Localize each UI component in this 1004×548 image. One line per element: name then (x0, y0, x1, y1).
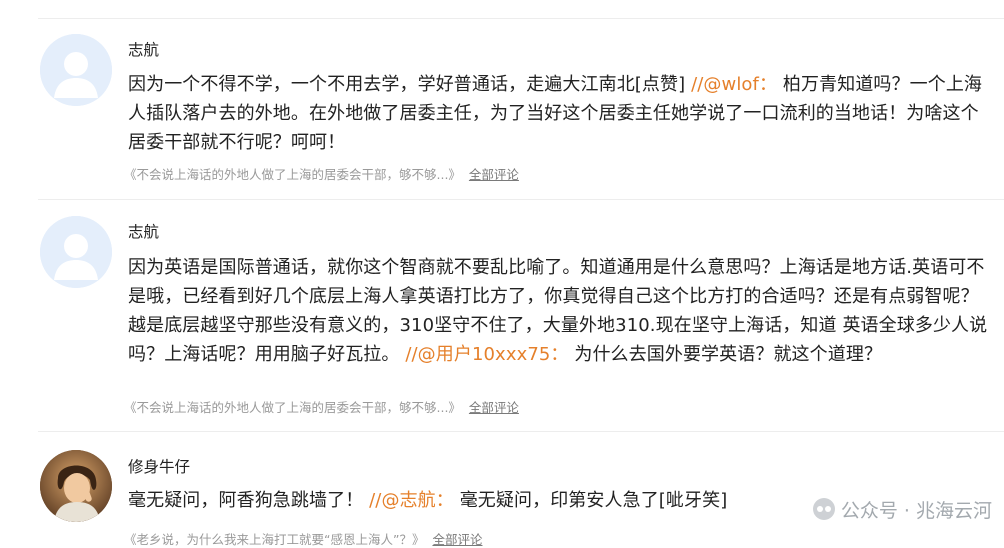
reply-mention[interactable]: //@用户10xxx75： (405, 344, 568, 365)
divider-top (38, 18, 1004, 19)
comment-main-text: 毫无疑问，阿香狗急跳墙了！ (128, 490, 364, 511)
source-article-link[interactable]: 《不会说上海话的外地人做了上海的居委会干部，够不够...》 (124, 167, 461, 182)
comment-username[interactable]: 志航 (128, 220, 159, 242)
source-article-link[interactable]: 《不会说上海话的外地人做了上海的居委会干部，够不够...》 (124, 400, 461, 415)
default-user-avatar-icon[interactable] (40, 34, 112, 106)
wechat-icon (812, 498, 835, 520)
all-comments-link[interactable]: 全部评论 (469, 400, 519, 415)
reply-mention[interactable]: //@wlof： (691, 74, 777, 95)
divider (38, 199, 1004, 200)
default-user-avatar-icon[interactable] (40, 216, 112, 288)
watermark: 公众号 · 兆海云河 (812, 494, 992, 524)
reply-text: 毫无疑问，印第安人急了[呲牙笑] (459, 490, 728, 511)
all-comments-link[interactable]: 全部评论 (432, 532, 482, 547)
comment-footer: 《不会说上海话的外地人做了上海的居委会干部，够不够...》 全部评论 (124, 164, 519, 183)
comment-username[interactable]: 志航 (128, 38, 159, 60)
watermark-text: 公众号 · 兆海云河 (840, 499, 992, 522)
all-comments-link[interactable]: 全部评论 (469, 167, 519, 182)
user-photo-avatar-icon[interactable] (40, 450, 112, 522)
comment-footer: 《不会说上海话的外地人做了上海的居委会干部，够不够...》 全部评论 (124, 397, 519, 416)
reply-text: 为什么去国外要学英语？就这个道理？ (574, 344, 883, 365)
comment-text: 因为英语是国际普通话，就你这个智商就不要乱比喻了。知道通用是什么意思吗？上海话是… (128, 253, 990, 369)
divider (38, 431, 1004, 432)
comment-text: 因为一个不得不学，一个不用去学，学好普通话，走遍大江南北[点赞] //@wlof… (128, 70, 990, 157)
source-article-link[interactable]: 《老乡说，为什么我来上海打工就要“感恩上海人”？》 (124, 532, 424, 547)
comment-username[interactable]: 修身牛仔 (128, 455, 190, 477)
comment-footer: 《老乡说，为什么我来上海打工就要“感恩上海人”？》 全部评论 (124, 529, 482, 548)
reply-mention[interactable]: //@志航： (369, 490, 454, 511)
comment-main-text: 因为一个不得不学，一个不用去学，学好普通话，走遍大江南北[点赞] (128, 74, 686, 95)
